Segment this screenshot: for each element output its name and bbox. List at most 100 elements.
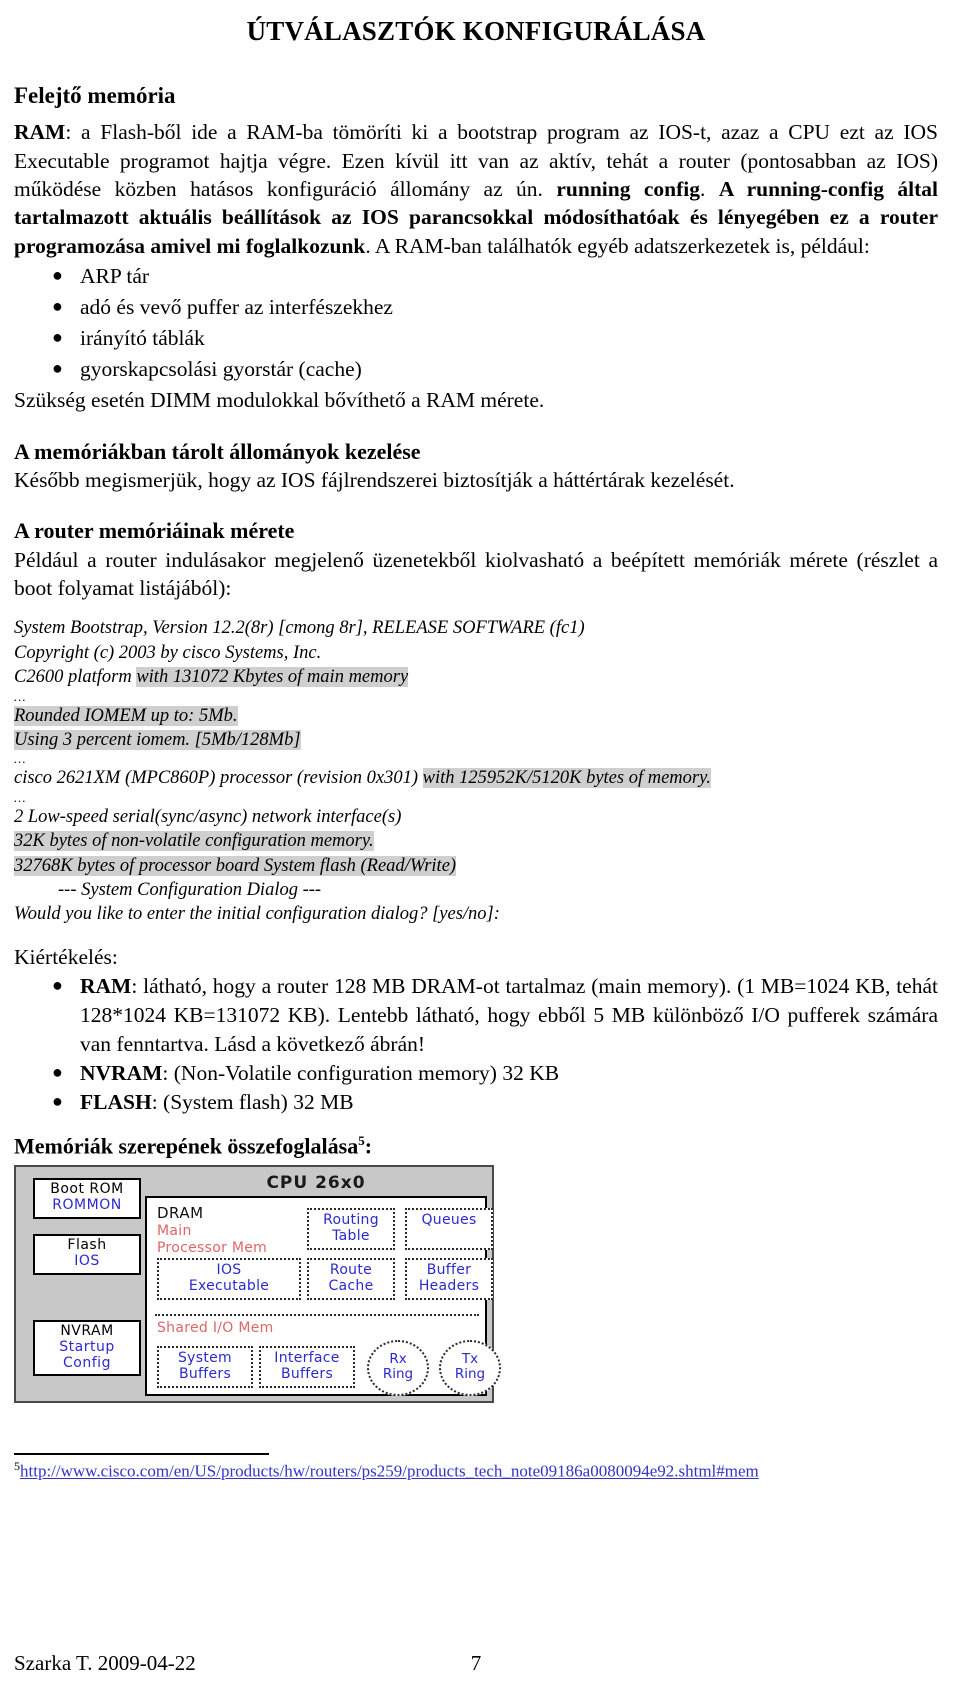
startup-label: Startup: [59, 1338, 115, 1355]
running-config-bold: running config: [556, 177, 701, 202]
boot-line: Would you like to enter the initial conf…: [14, 904, 500, 925]
routing-table-line1: Routing: [323, 1212, 379, 1229]
boot-line-highlighted: with 131072 Kbytes of main memory: [136, 667, 409, 688]
boot-line-highlighted: 32K bytes of non-volatile configuration …: [14, 831, 374, 852]
heading-file-management: A memóriákban tárolt állományok kezelése: [14, 438, 421, 464]
diagram-box-system-buffers: System Buffers: [157, 1346, 253, 1388]
list-item-label: irányító táblák: [80, 326, 205, 351]
flash-label: Flash: [67, 1237, 107, 1254]
diagram-box-tx-ring: Tx Ring: [439, 1340, 501, 1397]
system-buffers-line2: Buffers: [178, 1365, 232, 1382]
bullet-icon: ●: [52, 974, 63, 995]
page-title: ÚTVÁLASZTÓK KONFIGURÁLÁSA: [246, 16, 706, 46]
cpu-label: CPU 26x0: [266, 1173, 366, 1194]
boot-ellipsis: ...: [14, 751, 27, 767]
evaluation-text: : (Non-Volatile configuration memory) 32…: [162, 1060, 560, 1085]
diagram-box-route-cache: Route Cache: [307, 1258, 395, 1300]
figure-heading-tail: :: [364, 1133, 373, 1159]
boot-line: 32K bytes of non-volatile configuration …: [14, 829, 938, 853]
boot-line-highlighted: with 125952K/5120K bytes of memory.: [422, 768, 711, 789]
diagram-box-routing-table: Routing Table: [307, 1208, 395, 1250]
diagram-box-boot-rom: Boot ROM ROMMON: [33, 1178, 141, 1219]
bullet-icon: ●: [52, 296, 63, 317]
figure-heading-text: Memóriák szerepének összefoglalása: [14, 1133, 359, 1159]
boot-line-highlighted: Using 3 percent iomem. [5Mb/128Mb]: [14, 729, 301, 750]
list-item: ● NVRAM: (Non-Volatile configuration memo…: [52, 1059, 938, 1088]
diagram-left-column: Boot ROM ROMMON Flash IOS NVRAM Startup …: [21, 1172, 145, 1396]
list-item: ● FLASH: (System flash) 32 MB: [52, 1088, 938, 1117]
boot-line-plain: C2600 platform: [14, 667, 137, 688]
paragraph-memory-size: Például a router indulásakor megjelenő ü…: [14, 547, 938, 600]
boot-line-highlighted: 32768K bytes of processor board System f…: [14, 855, 457, 876]
paragraph-file-management: Később megismerjük, hogy az IOS fájlrend…: [14, 467, 735, 492]
figure-heading: Memóriák szerepének összefoglalása5:: [14, 1133, 938, 1159]
evaluation-term: RAM: [80, 973, 132, 998]
queues-line1: Queues: [421, 1212, 477, 1229]
interface-buffers-line1: Interface: [274, 1350, 340, 1367]
footnote-separator: [14, 1453, 269, 1456]
bullet-icon: ●: [52, 327, 63, 348]
footnote-link[interactable]: http://www.cisco.com/en/US/products/hw/r…: [20, 1462, 759, 1481]
list-item: ● gyorskapcsolási gyorstár (cache): [52, 355, 938, 384]
heading-memory-size: A router memóriáinak mérete: [14, 518, 295, 544]
ram-text-part2: .: [700, 177, 719, 202]
boot-line: Using 3 percent iomem. [5Mb/128Mb]: [14, 728, 938, 752]
footnote: 5http://www.cisco.com/en/US/products/hw/…: [14, 1459, 938, 1482]
diagram-right-column: CPU 26x0 DRAM Main Processor Mem Routing…: [145, 1172, 501, 1398]
list-item: ● adó és vevő puffer az interfészekhez: [52, 293, 938, 322]
diagram-box-nvram: NVRAM Startup Config: [33, 1320, 141, 1377]
router-memory-diagram: Boot ROM ROMMON Flash IOS NVRAM Startup …: [14, 1165, 501, 1404]
nvram-label: NVRAM: [60, 1323, 114, 1340]
boot-line: 2 Low-speed serial(sync/async) network i…: [14, 806, 402, 827]
boot-line: Rounded IOMEM up to: 5Mb.: [14, 704, 938, 728]
interface-buffers-line2: Buffers: [280, 1365, 334, 1382]
bullet-icon: ●: [52, 1090, 63, 1111]
list-item-label: adó és vevő puffer az interfészekhez: [80, 295, 393, 320]
cpu-body: DRAM Main Processor Mem Routing Table Qu…: [145, 1196, 501, 1398]
evaluation-term: FLASH: [80, 1089, 152, 1114]
page-footer: Szarka T. 2009-04-22 7: [14, 1651, 938, 1676]
config-label: Config: [63, 1354, 111, 1371]
ios-executable-line1: IOS: [216, 1262, 242, 1279]
diagram-box-flash: Flash IOS: [33, 1234, 141, 1275]
list-item-label: ARP tár: [80, 264, 150, 289]
boot-output-listing: System Bootstrap, Version 12.2(8r) [cmon…: [14, 616, 938, 926]
paragraph-ram: RAM: a Flash-ből ide a RAM-ba tömöríti k…: [14, 118, 938, 260]
route-cache-line1: Route: [329, 1262, 373, 1279]
evaluation-term: NVRAM: [80, 1060, 163, 1085]
bullet-icon: ●: [52, 358, 63, 379]
list-item-label: gyorskapcsolási gyorstár (cache): [80, 357, 362, 382]
boot-ellipsis: ...: [14, 688, 27, 704]
evaluation-text: : (System flash) 32 MB: [151, 1089, 354, 1114]
diagram-box-rx-ring: Rx Ring: [367, 1340, 429, 1397]
evaluation-label: Kiértékelés:: [14, 944, 118, 969]
routing-table-line2: Table: [332, 1227, 370, 1244]
tx-ring-line2: Ring: [454, 1366, 486, 1383]
dram-io-divider: [155, 1314, 479, 1317]
rx-ring-line2: Ring: [382, 1366, 414, 1383]
evaluation-text: : látható, hogy a router 128 MB DRAM-ot …: [80, 973, 938, 1056]
queues-line2: [409, 1229, 489, 1245]
list-item: ● irányító táblák: [52, 324, 938, 353]
boot-line: --- System Configuration Dialog ---: [58, 879, 322, 900]
paragraph-dimm-note: Szükség esetén DIMM modulokkal bővíthető…: [14, 388, 545, 413]
boot-line-plain: cisco 2621XM (MPC860P) processor (revisi…: [14, 768, 423, 789]
ios-label: IOS: [74, 1252, 100, 1269]
bullet-icon: ●: [52, 265, 63, 286]
boot-line: 32768K bytes of processor board System f…: [14, 854, 938, 878]
diagram-box-buffer-headers: Buffer Headers: [405, 1258, 493, 1300]
diagram-box-interface-buffers: Interface Buffers: [259, 1346, 355, 1388]
bullet-icon: ●: [52, 1061, 63, 1082]
shared-io-mem-label: Shared I/O Mem: [157, 1320, 274, 1337]
heading-volatile-memory: Felejtő memória: [14, 83, 176, 108]
boot-rom-label: Boot ROM: [50, 1181, 124, 1198]
tx-ring-line1: Tx: [461, 1351, 479, 1368]
boot-line: System Bootstrap, Version 12.2(8r) [cmon…: [14, 618, 585, 639]
diagram-box-queues: Queues: [405, 1208, 493, 1250]
ram-lead-label: RAM: [14, 120, 66, 145]
shared-io-region: Shared I/O Mem System Buffers Interface …: [155, 1320, 501, 1398]
system-buffers-line1: System: [177, 1350, 232, 1367]
boot-line: Copyright (c) 2003 by cisco Systems, Inc…: [14, 642, 322, 663]
boot-line: C2600 platform with 131072 Kbytes of mai…: [14, 665, 938, 689]
ram-structures-list: ● ARP tár ● adó és vevő puffer az interfés…: [14, 262, 938, 384]
